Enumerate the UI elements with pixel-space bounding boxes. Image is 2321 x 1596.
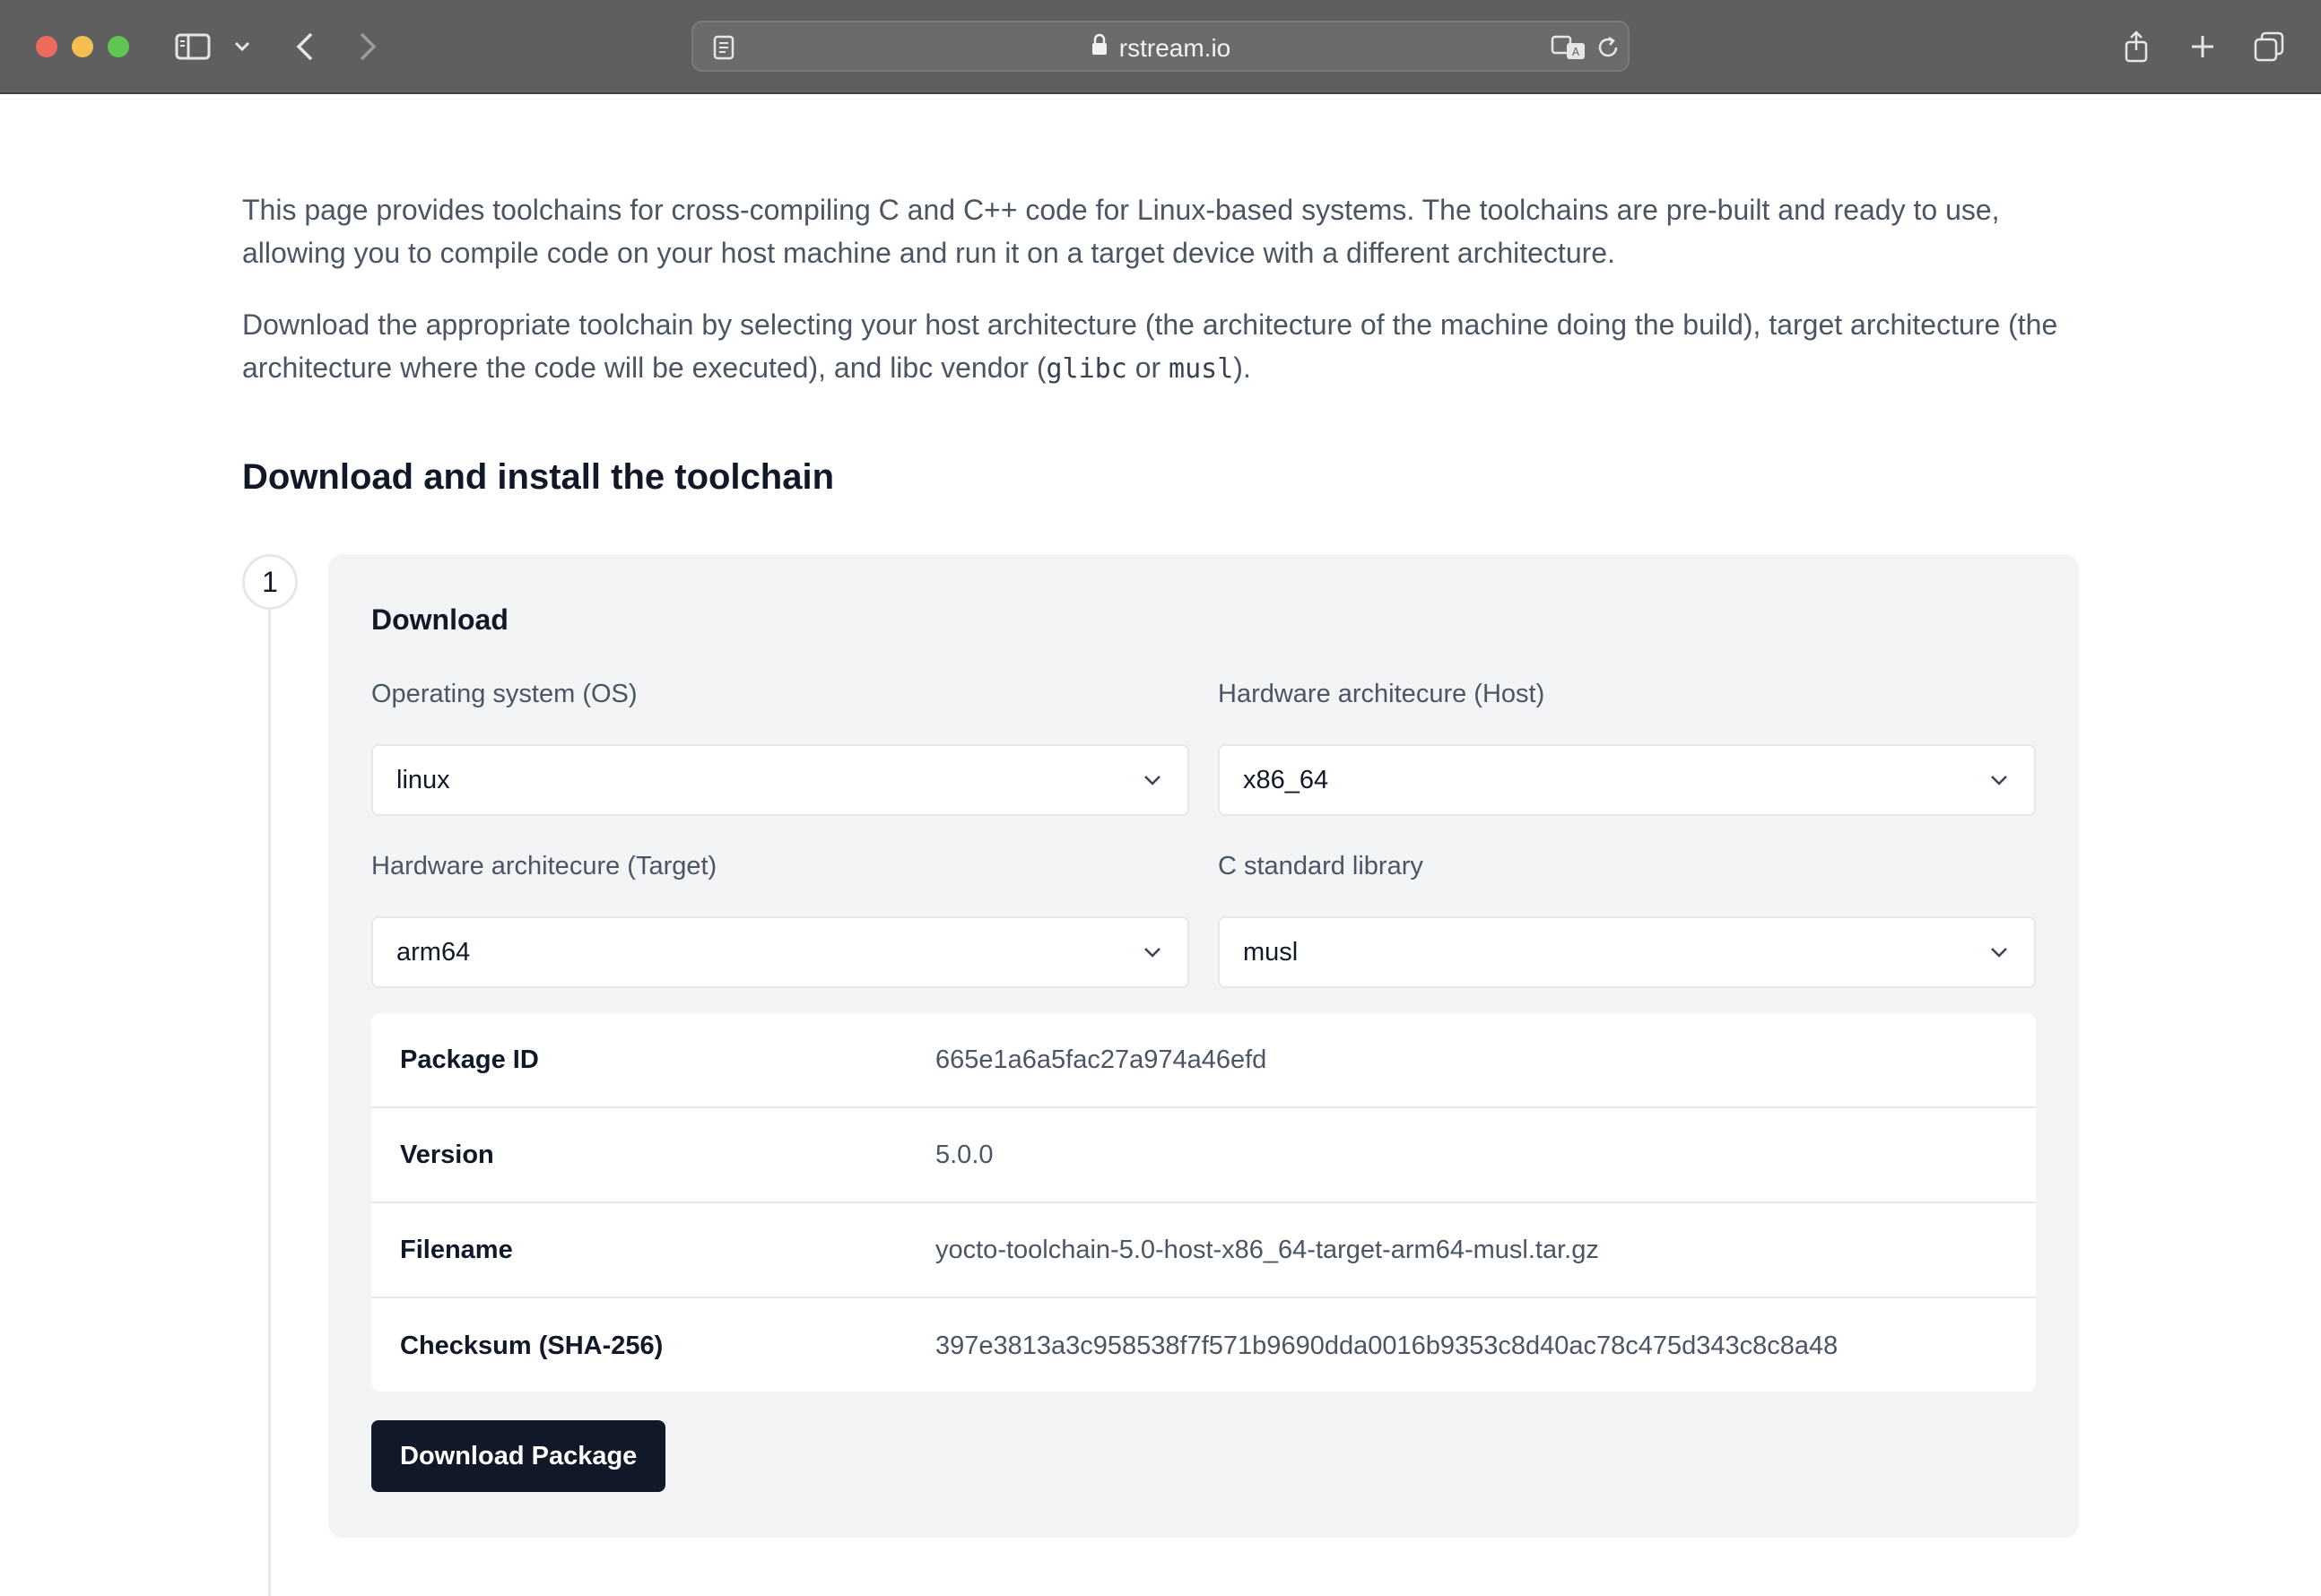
- os-select-value: linux: [396, 765, 450, 794]
- table-row: Package ID 665e1a6a5fac27a974a46efd: [371, 1013, 2036, 1108]
- minimize-window-button[interactable]: [72, 36, 93, 57]
- section-title: Download and install the toolchain: [242, 457, 835, 497]
- zoom-window-button[interactable]: [108, 36, 129, 57]
- host-arch-label: Hardware architecure (Host): [1218, 680, 1545, 708]
- tab-overview-icon[interactable]: [2251, 27, 2287, 66]
- chevron-down-icon: [1144, 948, 1160, 958]
- intro-paragraph-1: This page provides toolchains for cross-…: [242, 194, 2000, 269]
- step-connector: [268, 610, 271, 1596]
- lock-icon: [1091, 33, 1108, 63]
- host-arch-select[interactable]: x86_64: [1218, 744, 2036, 816]
- card-title: Download: [371, 603, 509, 636]
- filename-value: yocto-toolchain-5.0-host-x86_64-target-a…: [935, 1235, 1599, 1264]
- sidebar-icon[interactable]: [172, 27, 213, 66]
- os-label: Operating system (OS): [371, 680, 638, 708]
- code-glibc: glibc: [1046, 353, 1127, 385]
- step-number: 1: [242, 554, 298, 610]
- back-icon[interactable]: [287, 27, 323, 66]
- browser-toolbar: rstream.io A: [0, 0, 2321, 94]
- host-arch-select-value: x86_64: [1243, 765, 1329, 794]
- svg-text:A: A: [1572, 46, 1580, 58]
- version-value: 5.0.0: [935, 1140, 994, 1169]
- target-arch-select-value: arm64: [396, 937, 471, 967]
- checksum-key: Checksum (SHA-256): [400, 1331, 664, 1360]
- libc-select[interactable]: musl: [1218, 916, 2036, 988]
- target-arch-label: Hardware architecure (Target): [371, 852, 717, 880]
- version-key: Version: [400, 1140, 494, 1169]
- package-id-value: 665e1a6a5fac27a974a46efd: [935, 1045, 1267, 1074]
- chevron-down-icon: [1144, 776, 1160, 785]
- package-id-key: Package ID: [400, 1045, 539, 1074]
- download-card: Download Operating system (OS) linux Har…: [328, 554, 2079, 1538]
- libc-select-value: musl: [1243, 937, 1299, 967]
- chevron-down-icon: [1991, 948, 2007, 958]
- reload-icon[interactable]: [1592, 28, 1624, 67]
- table-row: Checksum (SHA-256) 397e3813a3c958538f7f5…: [371, 1298, 2036, 1393]
- table-row: Filename yocto-toolchain-5.0-host-x86_64…: [371, 1203, 2036, 1298]
- checksum-value: 397e3813a3c958538f7f571b9690dda0016b9353…: [935, 1331, 1839, 1360]
- intro-paragraph-2: Download the appropriate toolchain by se…: [242, 308, 2058, 385]
- package-details-table: Package ID 665e1a6a5fac27a974a46efd Vers…: [371, 1013, 2036, 1392]
- os-select[interactable]: linux: [371, 744, 1189, 816]
- forward-icon[interactable]: [350, 27, 386, 66]
- chevron-down-icon: [1991, 776, 2007, 785]
- share-icon[interactable]: [2118, 27, 2154, 66]
- table-row: Version 5.0.0: [371, 1108, 2036, 1203]
- libc-label: C standard library: [1218, 852, 1423, 880]
- address-bar[interactable]: rstream.io A: [691, 21, 1630, 72]
- download-package-button[interactable]: Download Package: [371, 1420, 666, 1492]
- url-text: rstream.io: [1118, 33, 1231, 62]
- code-musl: musl: [1169, 353, 1234, 385]
- filename-key: Filename: [400, 1235, 513, 1264]
- translate-icon[interactable]: A: [1549, 28, 1588, 67]
- target-arch-select[interactable]: arm64: [371, 916, 1189, 988]
- chevron-down-icon[interactable]: [230, 27, 255, 66]
- new-tab-icon[interactable]: [2185, 27, 2221, 66]
- close-window-button[interactable]: [36, 36, 57, 57]
